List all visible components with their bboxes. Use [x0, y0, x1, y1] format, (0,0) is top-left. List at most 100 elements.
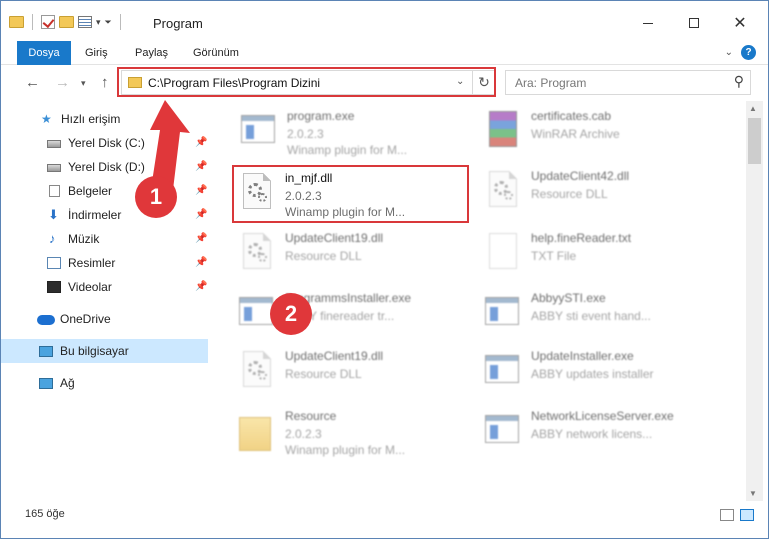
file-highlight [232, 165, 469, 223]
file-description: Winamp plugin for M... [285, 443, 406, 457]
callout-step-2: 2 [270, 293, 312, 335]
file-name: AbbyySTI.exe [531, 291, 606, 305]
file-item[interactable]: UpdateInstaller.exe ABBY updates install… [483, 347, 723, 407]
forward-arrow-icon[interactable]: → [55, 74, 70, 91]
recent-locations-icon[interactable]: ▾ [81, 78, 86, 89]
file-name: NetworkLicenseServer.exe [531, 409, 674, 423]
customize-toolbar-icon[interactable]: ⏷ [105, 17, 112, 28]
winrar-archive-icon [483, 111, 523, 155]
ribbon-help-area: ⌄ ? [725, 45, 756, 60]
sidebar-item-label: Müzik [68, 232, 100, 246]
toolbar-divider [32, 14, 33, 30]
tab-view[interactable]: Görünüm [193, 42, 239, 65]
file-description: WinRAR Archive [531, 127, 620, 141]
toolbar-divider [119, 14, 121, 30]
sidebar-item-label: Ağ [60, 376, 75, 390]
dll-gear-file-icon [237, 351, 277, 395]
file-item[interactable]: program.exe 2.0.2.3 Winamp plugin for M.… [239, 107, 479, 167]
sidebar-item-label: Belgeler [68, 184, 113, 198]
file-description: ABBY network licens... [531, 427, 653, 441]
file-name: Resource [285, 409, 337, 423]
text-file-icon [483, 233, 523, 277]
exe-file-icon [483, 351, 523, 395]
sidebar-item-this-pc[interactable]: Bu bilgisayar [1, 339, 208, 363]
star-icon: ★ [41, 112, 52, 126]
file-description: Resource DLL [285, 367, 362, 381]
videos-icon [47, 281, 61, 293]
file-item[interactable]: certificates.cab WinRAR Archive [483, 107, 723, 167]
dll-gear-file-icon [237, 233, 277, 277]
folder-icon [9, 16, 24, 28]
sidebar-item-network[interactable]: Ağ [1, 371, 208, 395]
file-name: UpdateInstaller.exe [531, 349, 634, 363]
exe-file-icon [483, 411, 523, 455]
sidebar-item-label: Resimler [68, 256, 116, 270]
sidebar-item-label: Hızlı erişim [61, 112, 121, 126]
help-icon[interactable]: ? [741, 45, 756, 60]
search-icon[interactable]: ⚲ [734, 73, 744, 90]
minimize-button[interactable] [625, 9, 671, 37]
back-arrow-icon[interactable]: ← [25, 74, 40, 91]
tab-share[interactable]: Paylaş [135, 42, 168, 65]
dll-gear-file-icon [483, 171, 523, 215]
computer-icon [39, 346, 53, 357]
up-arrow-icon[interactable]: ↑ [101, 74, 109, 91]
file-description: ABBY sti event hand... [531, 309, 651, 323]
file-item[interactable]: AbbyySTI.exe ABBY sti event hand... [483, 289, 723, 349]
scrollbar-thumb[interactable] [748, 118, 761, 164]
tiles-view-icon[interactable] [740, 509, 754, 521]
minimize-icon [643, 22, 653, 24]
file-item[interactable]: Resource 2.0.2.3 Winamp plugin for M... [237, 407, 477, 467]
file-description: Winamp plugin for M... [287, 143, 408, 157]
item-count: 165 öğe [25, 508, 65, 520]
file-item[interactable]: UpdateClient19.dll Resource DLL [237, 229, 477, 289]
new-folder-icon[interactable] [59, 16, 74, 28]
file-description: TXT File [531, 249, 577, 263]
file-name: program.exe [287, 109, 355, 123]
file-item[interactable]: NetworkLicenseServer.exe ABBY network li… [483, 407, 723, 467]
maximize-button[interactable] [671, 9, 717, 37]
details-view-icon[interactable] [720, 509, 734, 521]
tab-home[interactable]: Giriş [85, 42, 108, 65]
rename-icon[interactable] [78, 16, 92, 28]
properties-check-icon[interactable] [41, 15, 55, 29]
close-button[interactable]: ✕ [717, 9, 763, 37]
sidebar-item-label: OneDrive [60, 312, 111, 326]
file-name: UpdateClient19.dll [285, 231, 384, 245]
cloud-icon [37, 315, 55, 325]
chevron-down-icon[interactable]: ▾ [96, 17, 101, 28]
scroll-up-icon[interactable]: ▲ [749, 104, 757, 113]
sidebar-item-label: İndirmeler [68, 208, 122, 222]
pictures-icon [47, 257, 61, 269]
file-name: certificates.cab [531, 109, 612, 123]
scroll-down-icon[interactable]: ▼ [749, 489, 757, 498]
vertical-scrollbar[interactable]: ▲ ▼ [746, 101, 763, 501]
network-icon [39, 378, 53, 389]
sidebar-item-label: Bu bilgisayar [60, 344, 129, 358]
window-title: Program [153, 16, 203, 31]
status-bar: 165 öğe [1, 503, 768, 527]
maximize-icon [689, 18, 699, 28]
drive-icon [47, 164, 61, 172]
file-version: 2.0.2.3 [287, 127, 324, 141]
view-toggle [720, 509, 754, 521]
file-item[interactable]: UpdateClient42.dll Resource DLL [483, 167, 723, 227]
search-box[interactable]: Ara: Program ⚲ [505, 70, 751, 95]
tab-file[interactable]: Dosya [17, 41, 71, 65]
folder-icon [237, 411, 277, 455]
quick-access-toolbar: ▾ ⏷ [9, 13, 125, 31]
file-description: Resource DLL [531, 187, 608, 201]
file-item[interactable]: UpdateClient19.dll Resource DLL [237, 347, 477, 407]
file-description: ABBY updates installer [531, 367, 654, 381]
file-description: Resource DLL [285, 249, 362, 263]
title-bar: ▾ ⏷ Program ✕ [1, 1, 768, 39]
file-item[interactable]: help.fineReader.txt TXT File [483, 229, 723, 289]
download-icon: ⬇ [48, 207, 59, 222]
ribbon-tabs: Dosya Giriş Paylaş Görünüm ⌄ ? [1, 39, 768, 65]
search-input[interactable]: Ara: Program [515, 76, 586, 90]
expand-ribbon-icon[interactable]: ⌄ [725, 47, 733, 58]
annotation-arrows [150, 100, 190, 198]
music-icon: ♪ [49, 231, 56, 246]
callout-step-1: 1 [135, 176, 177, 218]
file-name: help.fineReader.txt [531, 231, 632, 245]
